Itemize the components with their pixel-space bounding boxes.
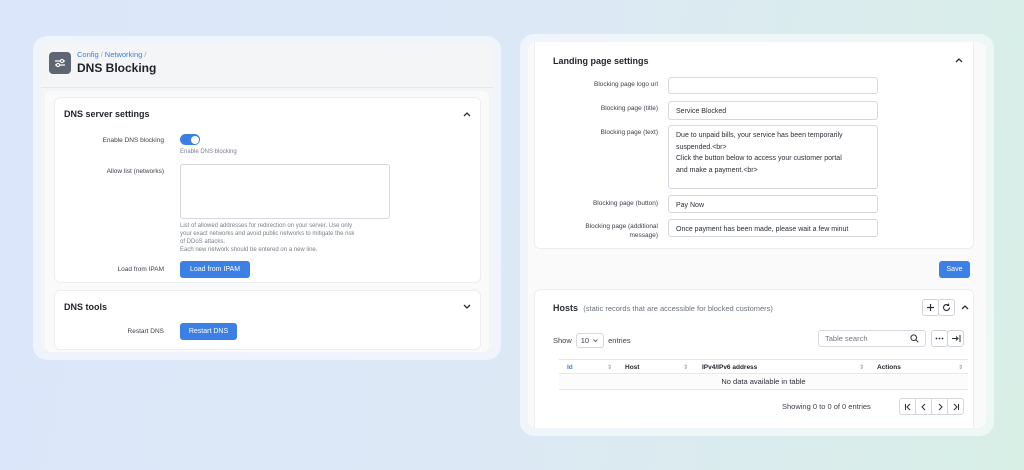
first-page-icon — [904, 403, 910, 410]
chevron-down-icon[interactable] — [461, 301, 473, 313]
enable-dns-blocking-hint: Enable DNS blocking — [180, 149, 237, 155]
allow-list-hint-line: of DDoS attacks. — [180, 239, 226, 245]
hosts-title: Hosts — [553, 303, 579, 313]
column-address[interactable]: IPv4/IPv6 address — [702, 364, 757, 371]
allow-list-label: Allow list (networks) — [106, 168, 164, 175]
refresh-icon — [942, 303, 951, 311]
entries-label: entries — [608, 336, 631, 345]
table-info: Showing 0 to 0 of 0 entries — [782, 402, 871, 411]
chevron-up-icon[interactable] — [953, 54, 965, 66]
additional-message-label-line: message) — [629, 232, 658, 239]
header-divider — [41, 87, 493, 88]
sort-icon[interactable]: ⇕ — [958, 364, 963, 371]
allow-list-hint-line: your exact networks and avoid public net… — [180, 231, 355, 237]
column-host[interactable]: Host — [625, 364, 639, 371]
landing-page-window: Landing page settings Blocking page logo… — [520, 34, 994, 436]
enable-dns-blocking-toggle[interactable] — [180, 134, 200, 145]
table-search-input[interactable] — [825, 334, 905, 343]
page-button-input[interactable]: Pay Now — [668, 195, 878, 213]
breadcrumb: Config / Networking / — [77, 50, 156, 59]
additional-message-input[interactable]: Once payment has been made, please wait … — [668, 219, 878, 237]
load-from-ipam-label: Load from IPAM — [117, 266, 164, 273]
page-text-line: Click the button below to access your cu… — [676, 155, 842, 162]
last-page-icon — [953, 403, 959, 410]
page-text-line: suspended.<br> — [676, 143, 727, 151]
entries-select-value: 10 — [580, 336, 590, 345]
chevron-right-icon — [938, 403, 943, 410]
last-page-button[interactable] — [947, 398, 964, 415]
chevron-down-icon — [593, 339, 598, 343]
settings-sliders-icon — [49, 51, 71, 74]
previous-page-button[interactable] — [915, 398, 932, 415]
dns-server-settings-title: DNS server settings — [64, 109, 150, 119]
dns-tools-title: DNS tools — [64, 302, 108, 312]
page-title: DNS Blocking — [77, 61, 157, 75]
column-actions: Actions — [877, 364, 901, 371]
table-search[interactable] — [818, 330, 926, 347]
pagination — [899, 398, 964, 415]
dns-blocking-window: Config / Networking / DNS Blocking DNS serv… — [33, 36, 501, 360]
show-label: Show — [553, 336, 572, 345]
page-title-label: Blocking page (title) — [600, 105, 658, 112]
page-text-label: Blocking page (text) — [600, 129, 658, 136]
dns-tools-card: DNS tools Restart DNS Restart DNS — [54, 290, 481, 350]
page-length-control: Show 10 entries — [553, 333, 631, 348]
ellipsis-icon — [935, 337, 944, 340]
landing-page-settings-title: Landing page settings — [553, 56, 649, 66]
enable-dns-blocking-label: Enable DNS blocking — [102, 137, 164, 144]
page-header: Config / Networking / DNS Blocking — [49, 50, 156, 75]
column-id[interactable]: Id — [567, 364, 573, 371]
restart-dns-button[interactable]: Restart DNS — [180, 323, 237, 340]
logo-url-input[interactable] — [668, 77, 878, 94]
breadcrumb-config[interactable]: Config — [77, 50, 99, 59]
allow-list-hint-line: List of allowed addresses for redirectio… — [180, 223, 353, 229]
chevron-left-icon — [920, 403, 925, 410]
columns-toggle-button[interactable] — [947, 330, 964, 347]
page-title-input[interactable]: Service Blocked — [668, 101, 878, 120]
hosts-header: Hosts (static records that are accessibl… — [553, 303, 773, 313]
page-text-textarea[interactable]: Due to unpaid bills, your service has be… — [668, 125, 878, 189]
landing-page-settings-card: Landing page settings Blocking page logo… — [534, 42, 974, 249]
breadcrumb-separator: / — [100, 50, 103, 59]
next-page-button[interactable] — [931, 398, 948, 415]
sort-icon[interactable]: ⇕ — [607, 364, 612, 371]
more-options-button[interactable] — [931, 330, 948, 347]
sort-icon[interactable]: ⇕ — [859, 364, 864, 371]
dns-blocking-panel: Config / Networking / DNS Blocking DNS serv… — [41, 44, 493, 352]
arrow-to-right-icon — [951, 335, 960, 342]
load-from-ipam-button[interactable]: Load from IPAM — [180, 261, 250, 278]
add-host-button[interactable] — [922, 299, 939, 316]
first-page-button[interactable] — [899, 398, 916, 415]
allow-list-hint-line: Each new network should be entered on a … — [180, 247, 318, 253]
breadcrumb-separator: / — [144, 50, 147, 59]
hosts-card: Hosts (static records that are accessibl… — [534, 289, 974, 428]
allow-list-hint: List of allowed addresses for redirectio… — [180, 222, 410, 254]
search-icon — [910, 334, 919, 343]
logo-url-label: Blocking page logo url — [594, 81, 658, 88]
plus-icon — [927, 304, 934, 311]
breadcrumb-networking[interactable]: Networking — [105, 50, 143, 59]
dns-server-settings-card: DNS server settings Enable DNS blocking … — [54, 97, 481, 283]
refresh-button[interactable] — [938, 299, 955, 316]
empty-table-message: No data available in table — [559, 375, 968, 390]
page-text-line: Due to unpaid bills, your service has be… — [676, 132, 843, 139]
restart-dns-label: Restart DNS — [127, 328, 164, 335]
sort-icon[interactable]: ⇕ — [683, 364, 688, 371]
additional-message-label-line: Blocking page (additional — [585, 223, 658, 230]
page-text-line: and make a payment.<br> — [676, 166, 758, 174]
save-button[interactable]: Save — [939, 261, 970, 278]
hosts-subtitle: (static records that are accessible for … — [583, 304, 773, 313]
chevron-up-icon[interactable] — [461, 108, 473, 120]
page-button-label: Blocking page (button) — [592, 200, 658, 207]
table-header-row: Id ⇕ Host ⇕ IPv4/IPv6 address ⇕ Actions … — [559, 359, 968, 374]
landing-page-panel: Landing page settings Blocking page logo… — [528, 42, 986, 428]
additional-message-label: Blocking page (additional message) — [585, 222, 658, 240]
entries-select[interactable]: 10 — [575, 333, 605, 348]
chevron-up-icon[interactable] — [959, 301, 971, 313]
allow-list-textarea[interactable] — [180, 164, 390, 219]
